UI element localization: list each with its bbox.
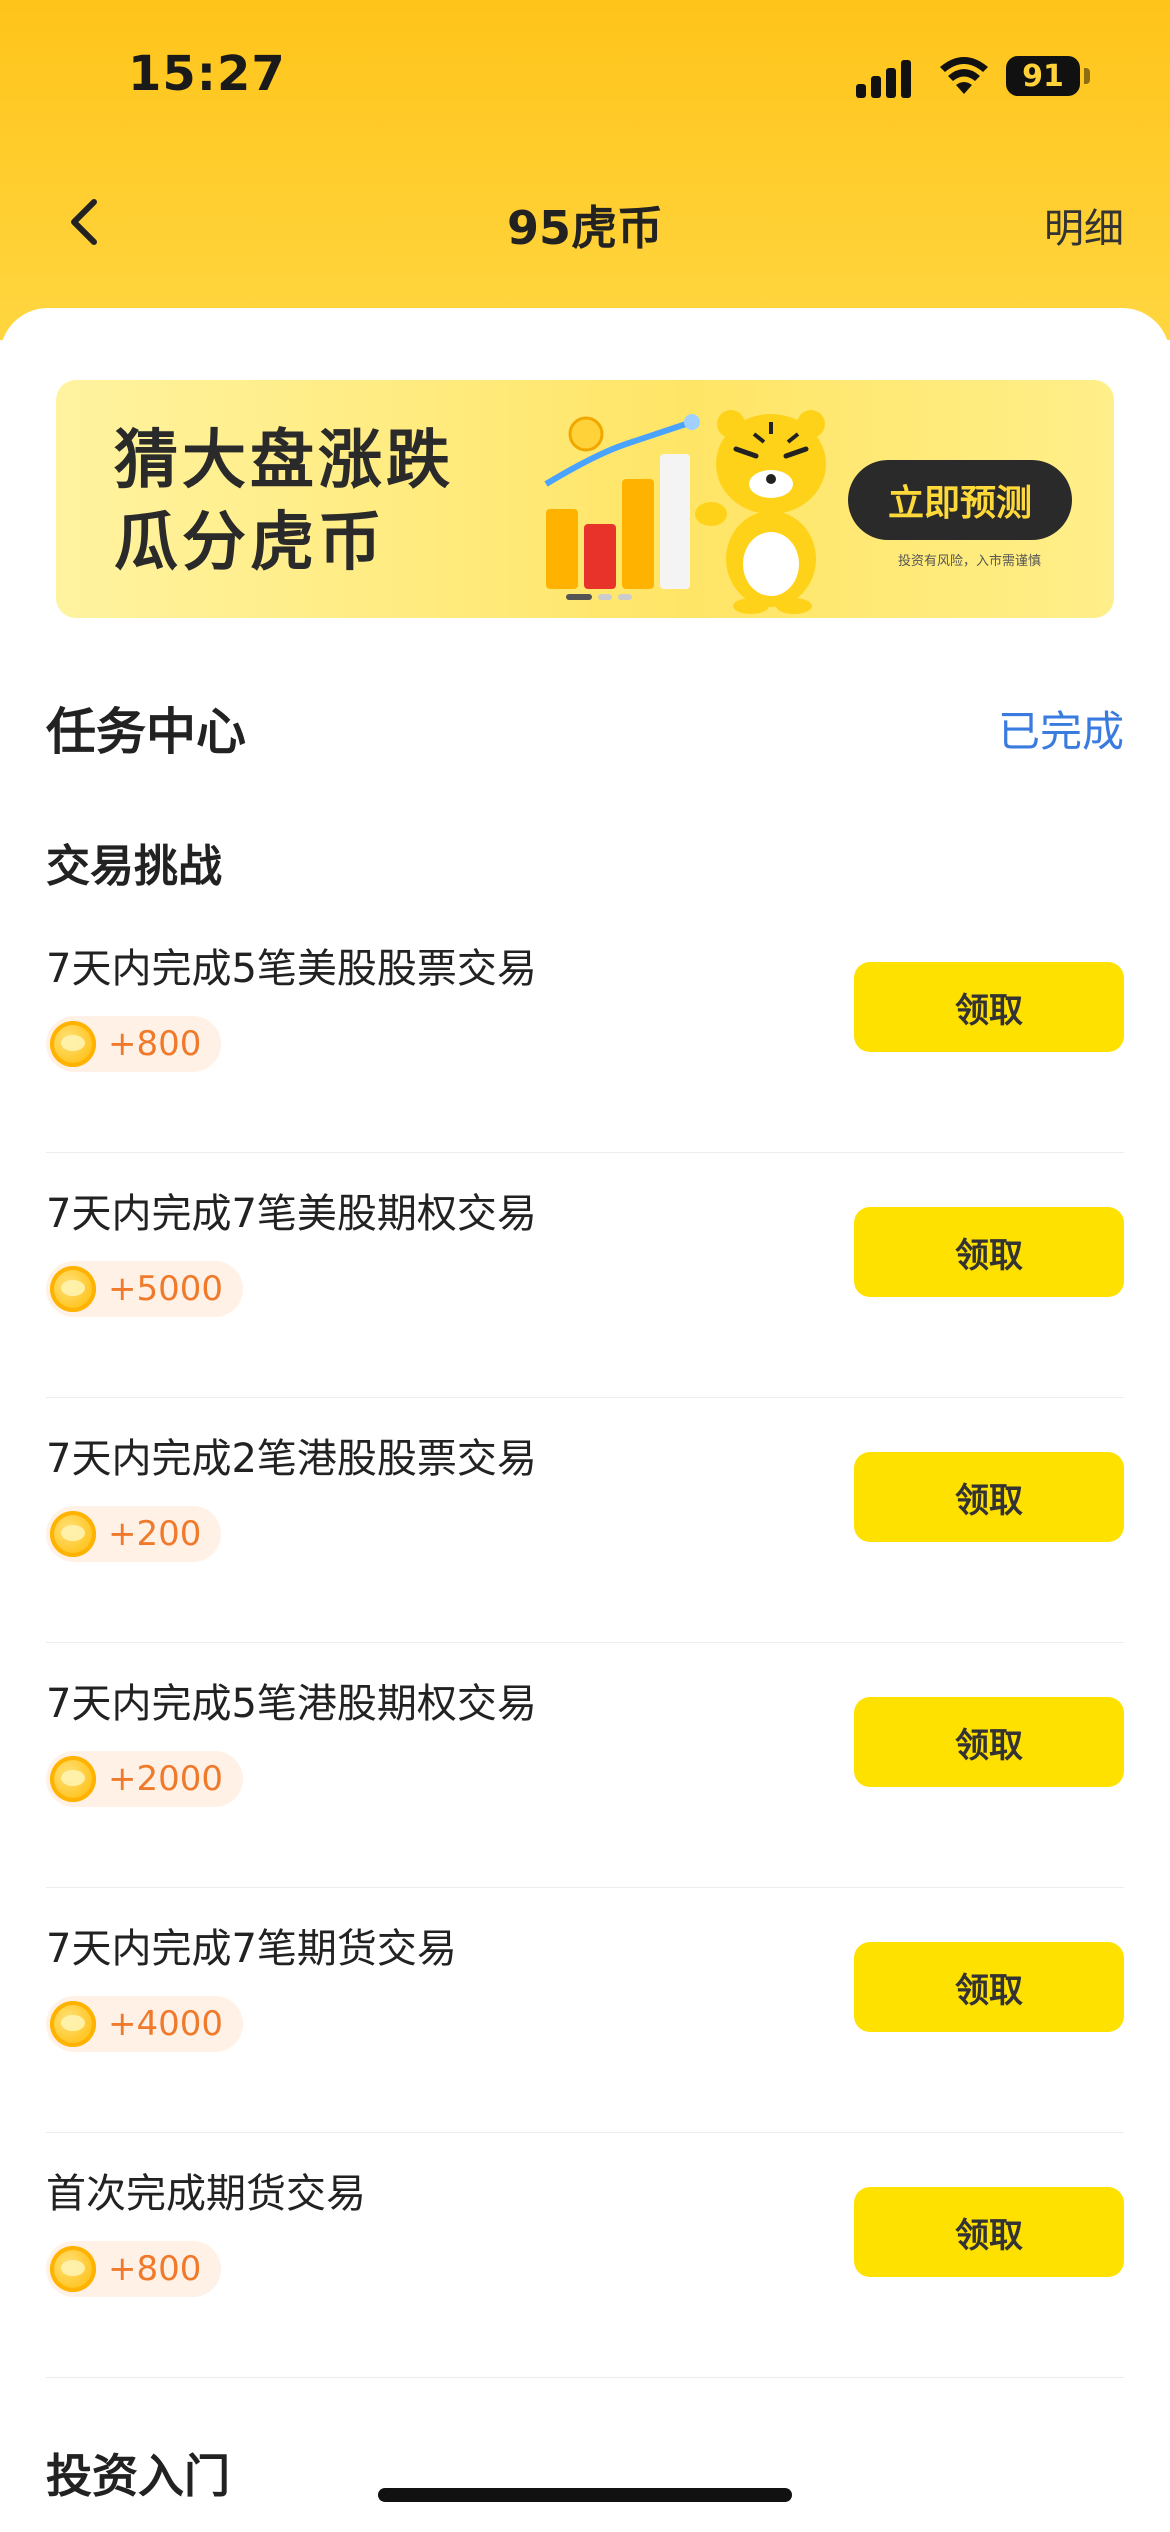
task-title: 7天内完成5笔港股期权交易 xyxy=(46,1681,537,1727)
claim-button[interactable]: 领取 xyxy=(854,1942,1124,2032)
list-item: 7天内完成7笔美股期权交易 +5000 领取 xyxy=(46,1153,1124,1398)
list-item: 7天内完成5笔美股股票交易 +800 领取 xyxy=(46,908,1124,1153)
reward-badge: +5000 xyxy=(46,1261,244,1317)
reward-amount: +4000 xyxy=(108,2004,224,2044)
main-content: 猜大盘涨跌 瓜分虎币 立即预测 投资有风险，入市需谨慎 任务中心 已完成 交易挑… xyxy=(0,308,1170,2532)
risk-disclaimer: 投资有风险，入市需谨慎 xyxy=(898,554,1042,569)
coin-icon xyxy=(50,1021,96,1067)
claim-button[interactable]: 领取 xyxy=(854,1697,1124,1787)
status-time: 15:27 xyxy=(128,46,286,102)
task-list: 7天内完成5笔美股股票交易 +800 领取 7天内完成7笔美股期权交易 +500… xyxy=(46,908,1124,2378)
task-title: 7天内完成7笔期货交易 xyxy=(46,1926,457,1972)
reward-amount: +800 xyxy=(108,1024,202,1064)
list-item: 首次完成期货交易 +800 领取 xyxy=(46,2133,1124,2378)
tiger-chart-illustration xyxy=(544,410,826,614)
wifi-icon xyxy=(940,57,988,94)
claim-button[interactable]: 领取 xyxy=(854,962,1124,1052)
battery-cap xyxy=(1084,68,1090,84)
task-title: 首次完成期货交易 xyxy=(46,2171,366,2217)
reward-badge: +4000 xyxy=(46,1996,244,2052)
home-indicator[interactable] xyxy=(378,2488,792,2502)
reward-amount: +2000 xyxy=(108,1759,224,1799)
reward-badge: +2000 xyxy=(46,1751,244,1807)
coin-icon xyxy=(50,1266,96,1312)
battery-icon: 91 xyxy=(1006,56,1080,96)
coin-icon xyxy=(50,1511,96,1557)
banner-line-2: 瓜分虎币 xyxy=(114,506,386,580)
task-center-title: 任务中心 xyxy=(46,703,246,761)
task-title: 7天内完成2笔港股股票交易 xyxy=(46,1436,537,1482)
reward-amount: +200 xyxy=(108,1514,202,1554)
claim-button[interactable]: 领取 xyxy=(854,1452,1124,1542)
coin-icon xyxy=(50,2001,96,2047)
trade-challenge-title: 交易挑战 xyxy=(46,841,222,892)
banner-title: 猜大盘涨跌 瓜分虎币 xyxy=(114,420,454,584)
prediction-banner[interactable]: 猜大盘涨跌 瓜分虎币 立即预测 投资有风险，入市需谨慎 xyxy=(56,380,1114,618)
reward-amount: +5000 xyxy=(108,1269,224,1309)
claim-button[interactable]: 领取 xyxy=(854,2187,1124,2277)
task-title: 7天内完成5笔美股股票交易 xyxy=(46,946,537,992)
list-item: 7天内完成5笔港股期权交易 +2000 领取 xyxy=(46,1643,1124,1888)
cellular-signal-icon xyxy=(856,58,916,98)
completed-link[interactable]: 已完成 xyxy=(998,698,1124,759)
claim-button[interactable]: 领取 xyxy=(854,1207,1124,1297)
detail-link[interactable]: 明细 xyxy=(1044,196,1124,254)
task-title: 7天内完成7笔美股期权交易 xyxy=(46,1191,537,1237)
coin-icon xyxy=(50,1756,96,1802)
navigation-bar: 95虎币 明细 xyxy=(0,170,1170,280)
reward-amount: +800 xyxy=(108,2249,202,2289)
reward-badge: +800 xyxy=(46,1016,222,1072)
banner-line-1: 猜大盘涨跌 xyxy=(114,424,454,498)
investment-basics-title: 投资入门 xyxy=(46,2449,230,2503)
page-title: 95虎币 xyxy=(506,201,663,255)
list-item: 7天内完成7笔期货交易 +4000 领取 xyxy=(46,1888,1124,2133)
list-item: 7天内完成2笔港股股票交易 +200 领取 xyxy=(46,1398,1124,1643)
coin-icon xyxy=(50,2246,96,2292)
status-bar: 15:27 91 xyxy=(0,0,1170,150)
reward-badge: +200 xyxy=(46,1506,222,1562)
predict-now-button[interactable]: 立即预测 xyxy=(848,460,1072,540)
reward-badge: +800 xyxy=(46,2241,222,2297)
